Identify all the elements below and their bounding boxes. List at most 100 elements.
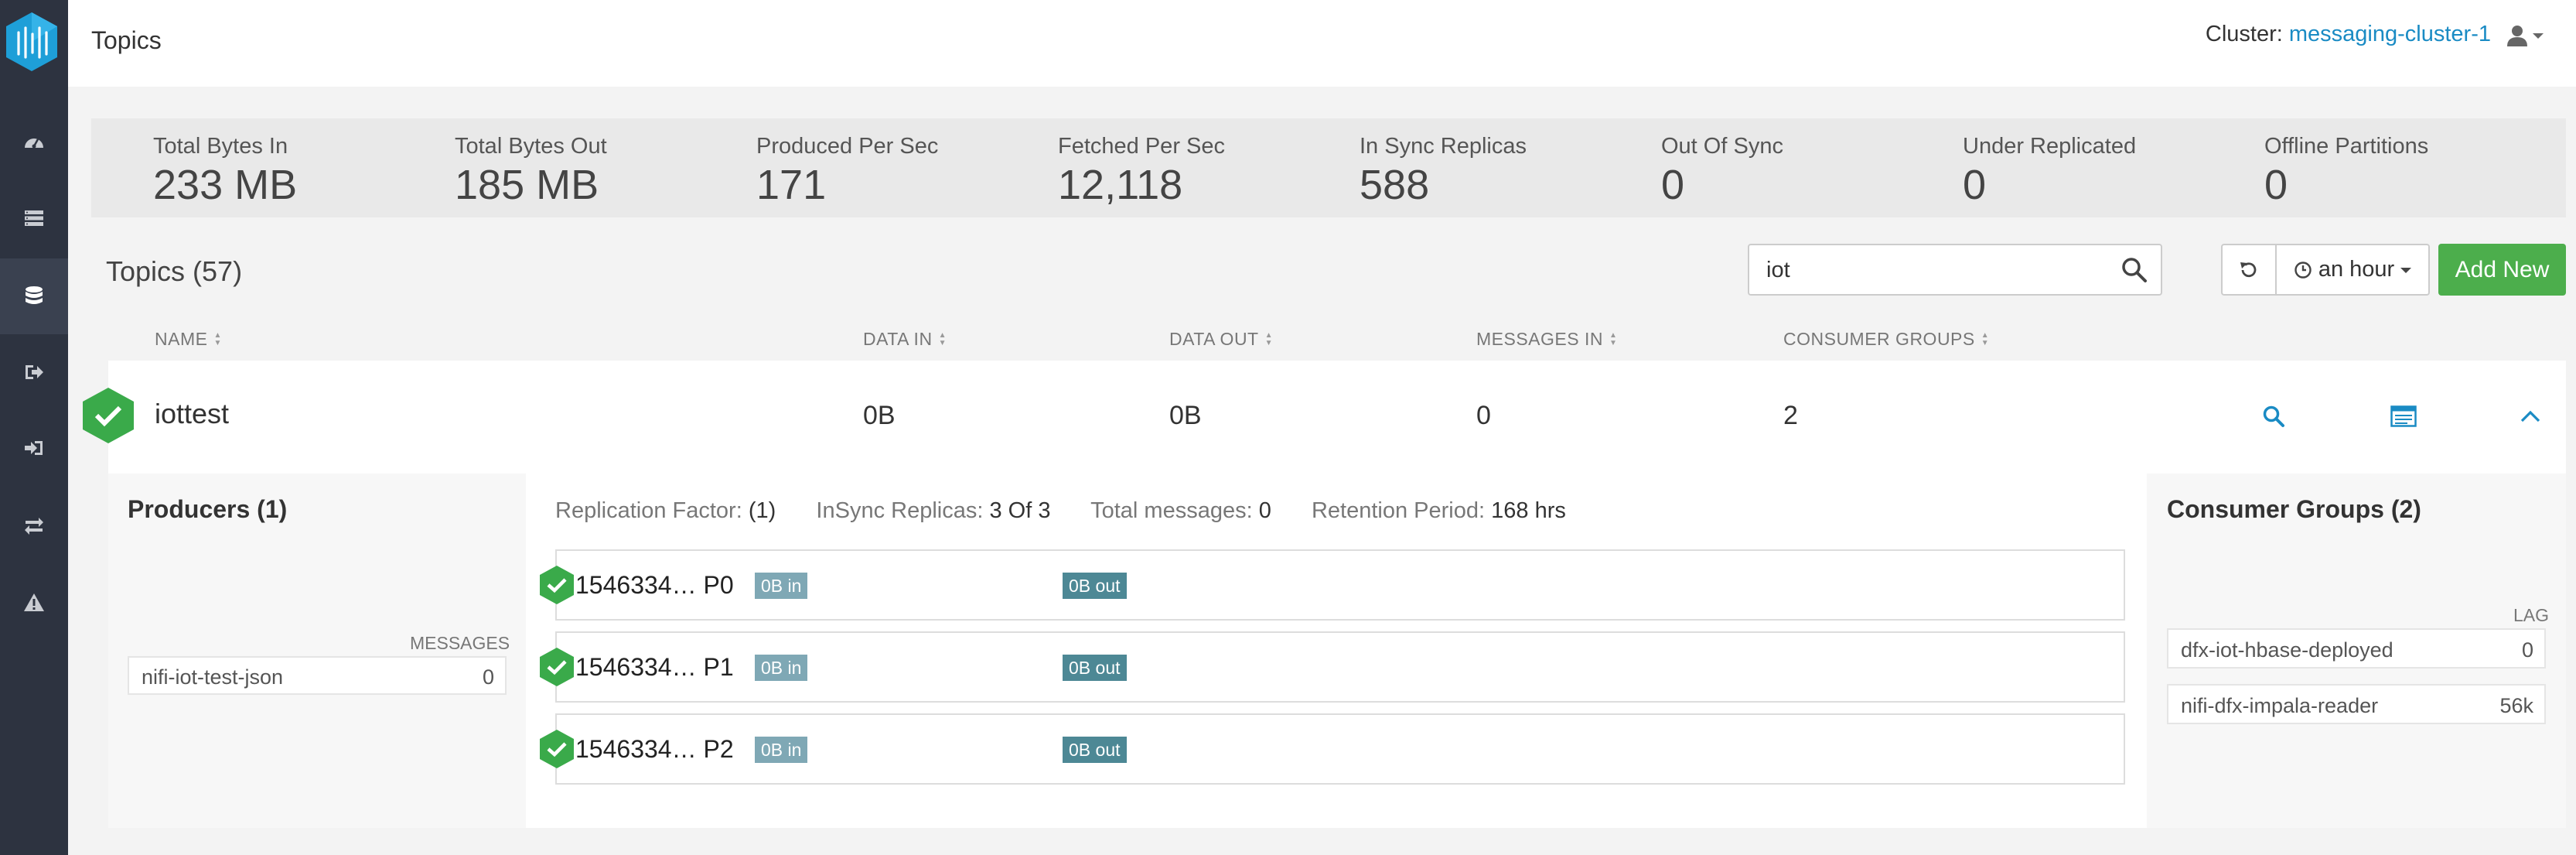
stat-total-bytes-out: Total Bytes Out 185 MB <box>455 134 607 209</box>
stat-value: 12,118 <box>1058 162 1183 208</box>
details-panel-icon <box>2390 405 2417 427</box>
column-header-consumer-groups[interactable]: CONSUMER GROUPS ▲ ▼ <box>1783 329 1989 350</box>
replication-factor-value: (1) <box>748 498 776 523</box>
producer-messages: 0 <box>482 665 494 689</box>
partition-row[interactable]: 1546334… P2 0B in 0B out <box>540 713 2125 785</box>
cluster-name-link[interactable]: messaging-cluster-1 <box>2289 22 2491 46</box>
stat-label: Produced Per Sec <box>756 134 939 159</box>
sort-icon: ▲ ▼ <box>938 330 947 347</box>
stat-label: Total Bytes Out <box>455 134 607 159</box>
stat-value: 185 MB <box>455 162 599 208</box>
stat-label: Out Of Sync <box>1661 134 1783 159</box>
partition-out-badge: 0B out <box>1063 573 1127 599</box>
stat-out-of-sync: Out Of Sync 0 <box>1661 134 1783 209</box>
stat-value: 0 <box>2264 162 2288 208</box>
topic-data-in: 0B <box>863 401 896 430</box>
nav-replication[interactable] <box>0 487 68 563</box>
sort-icon: ▲ ▼ <box>1264 330 1274 347</box>
partition-name: 1546334… P1 <box>575 653 734 681</box>
stat-total-bytes-in: Total Bytes In 233 MB <box>153 134 297 209</box>
sort-icon: ▲ ▼ <box>1981 330 1990 347</box>
metrics-summary: Total Bytes In 233 MB Total Bytes Out 18… <box>91 118 2566 217</box>
consumer-groups-title: Consumer Groups (2) <box>2167 495 2421 523</box>
partition-row[interactable]: 1546334… P1 0B in 0B out <box>540 631 2125 703</box>
column-header-label: NAME <box>155 329 208 349</box>
consumers-icon <box>25 441 43 455</box>
app-logo[interactable] <box>5 11 59 73</box>
stat-in-sync-replicas: In Sync Replicas 588 <box>1360 134 1527 209</box>
consumer-group-item[interactable]: nifi-dfx-impala-reader 56k <box>2167 684 2546 724</box>
topic-meta: Replication Factor: (1) InSync Replicas:… <box>555 498 1566 524</box>
collapse-row-button[interactable] <box>2516 402 2544 430</box>
replication-factor-label: Replication Factor: <box>555 498 742 523</box>
producer-item[interactable]: nifi-iot-test-json 0 <box>128 656 507 695</box>
refresh-icon <box>2240 262 2257 277</box>
partition-name: 1546334… P0 <box>575 571 734 599</box>
topic-search-button[interactable] <box>2260 402 2288 430</box>
column-header-messages-in[interactable]: MESSAGES IN ▲ ▼ <box>1476 329 1617 350</box>
partition-row[interactable]: 1546334… P0 0B in 0B out <box>540 549 2125 621</box>
refresh-button[interactable] <box>2221 244 2277 296</box>
user-icon <box>2507 26 2527 46</box>
retention-period-value: 168 hrs <box>1491 498 1566 523</box>
topic-row[interactable] <box>108 361 2566 474</box>
alerts-icon <box>24 593 44 611</box>
caret-down-icon <box>2533 33 2544 39</box>
column-header-label: MESSAGES IN <box>1476 329 1603 349</box>
partition-name: 1546334… P2 <box>575 735 734 763</box>
stat-label: In Sync Replicas <box>1360 134 1527 159</box>
user-menu[interactable] <box>2506 22 2553 50</box>
consumer-group-name: nifi-dfx-impala-reader <box>2181 694 2379 717</box>
sort-icon: ▲ ▼ <box>213 330 222 347</box>
cluster-label: Cluster: <box>2205 22 2283 46</box>
nav-brokers[interactable] <box>0 180 68 256</box>
cluster-indicator: Cluster: messaging-cluster-1 <box>2206 22 2491 47</box>
top-header: Topics Cluster: messaging-cluster-1 <box>68 0 2576 87</box>
stat-value: 0 <box>1963 162 1987 208</box>
sort-icon: ▲ ▼ <box>1609 330 1618 347</box>
chevron-up-icon <box>2520 410 2540 422</box>
add-new-button[interactable]: Add New <box>2438 244 2566 296</box>
time-range-label: an hour <box>2318 257 2395 282</box>
column-header-label: DATA IN <box>863 329 933 349</box>
healthy-check-icon <box>540 730 574 768</box>
clock-icon <box>2295 261 2312 279</box>
column-header-label: CONSUMER GROUPS <box>1783 329 1975 349</box>
healthy-check-icon <box>540 648 574 686</box>
stat-label: Offline Partitions <box>2264 134 2429 159</box>
topic-name[interactable]: iottest <box>155 398 229 430</box>
sidebar-nav <box>0 0 68 855</box>
nav-producers[interactable] <box>0 334 68 410</box>
column-header-data-in[interactable]: DATA IN ▲ ▼ <box>863 329 947 350</box>
magnifier-icon <box>2263 405 2284 427</box>
partition-out-badge: 0B out <box>1063 737 1127 763</box>
nav-topics[interactable] <box>0 258 68 334</box>
healthy-check-icon <box>540 566 574 604</box>
column-header-data-out[interactable]: DATA OUT ▲ ▼ <box>1169 329 1273 350</box>
time-range-dropdown[interactable]: an hour <box>2275 244 2430 296</box>
topic-data-out: 0B <box>1169 401 1202 430</box>
column-header-name[interactable]: NAME ▲ ▼ <box>155 329 222 350</box>
partition-out-badge: 0B out <box>1063 655 1127 681</box>
consumer-group-lag: 56k <box>2499 694 2533 717</box>
stat-label: Total Bytes In <box>153 134 288 159</box>
stat-fetched-per-sec: Fetched Per Sec 12,118 <box>1058 134 1225 209</box>
consumer-group-item[interactable]: dfx-iot-hbase-deployed 0 <box>2167 628 2546 669</box>
total-messages-label: Total messages: <box>1090 498 1253 523</box>
nav-consumers[interactable] <box>0 410 68 486</box>
search-icon[interactable] <box>2121 256 2148 284</box>
topic-consumer-groups: 2 <box>1783 401 1798 430</box>
nav-alerts[interactable] <box>0 565 68 641</box>
stat-label: Under Replicated <box>1963 134 2137 159</box>
messages-column-header: MESSAGES <box>410 633 510 653</box>
page-title: Topics <box>91 26 162 54</box>
topic-search <box>1748 244 2162 296</box>
stat-offline-partitions: Offline Partitions 0 <box>2264 134 2428 209</box>
search-input[interactable] <box>1766 255 2107 286</box>
partition-in-badge: 0B in <box>755 737 808 763</box>
nav-dashboard[interactable] <box>0 104 68 180</box>
topic-details-button[interactable] <box>2390 402 2417 430</box>
column-header-label: DATA OUT <box>1169 329 1259 349</box>
stat-value: 171 <box>756 162 827 208</box>
topics-icon <box>26 286 43 304</box>
